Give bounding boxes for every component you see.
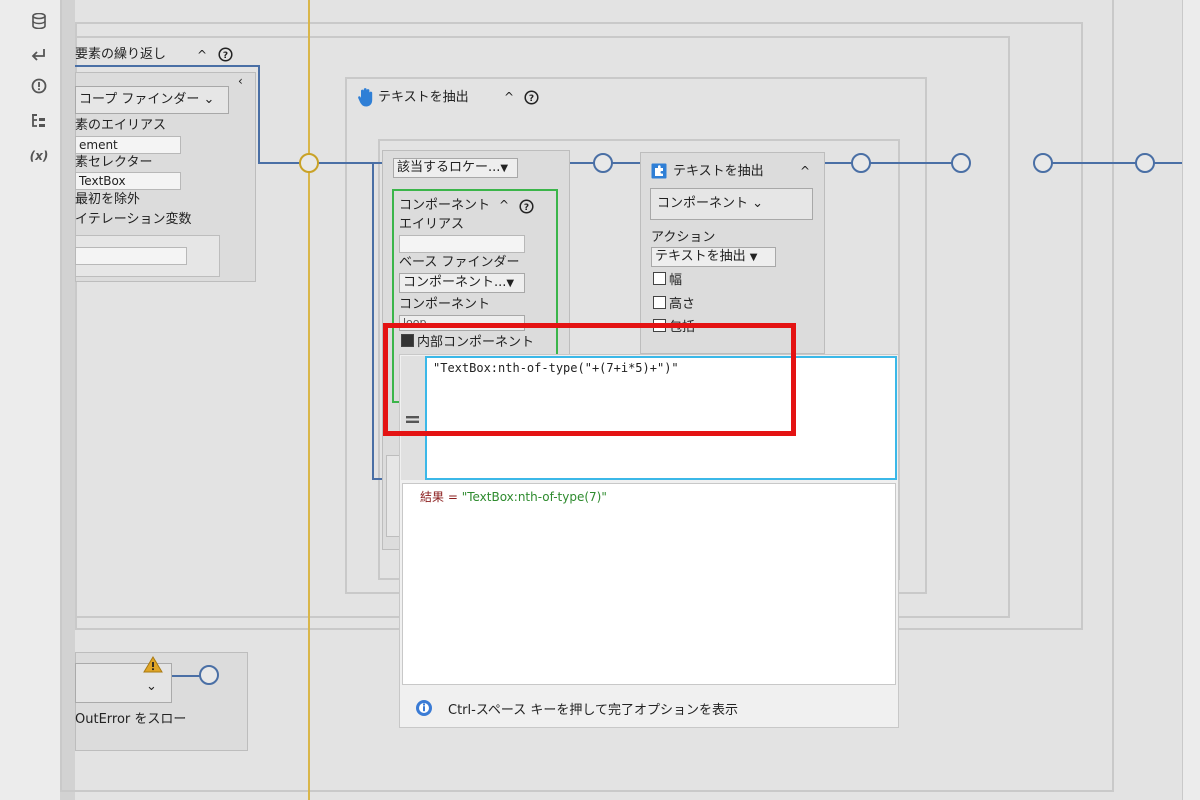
alias-label: 素のエイリアス (75, 118, 167, 133)
svg-text:?: ? (223, 51, 228, 61)
guide-node[interactable] (299, 153, 319, 173)
selector-field[interactable]: TextBox (75, 172, 181, 190)
collapse-icon[interactable]: ^ (800, 162, 810, 180)
info-icon (415, 699, 433, 721)
component-dropdown[interactable]: コンポーネント ⌄ (650, 188, 813, 220)
scrollbar[interactable] (1182, 0, 1200, 800)
connector-node[interactable] (951, 153, 971, 173)
puzzle-icon (651, 163, 667, 183)
enter-icon[interactable] (22, 46, 56, 68)
database-icon[interactable] (22, 12, 56, 35)
result-key: 結果 = (420, 490, 462, 504)
help-icon[interactable]: ? (218, 47, 233, 66)
extract-card-title: テキストを抽出 (673, 164, 764, 179)
collapse-icon[interactable]: ^ (504, 88, 514, 106)
wire-segment (823, 162, 953, 164)
loop-connector (75, 65, 260, 67)
connector-node[interactable] (851, 153, 871, 173)
dropdown-arrow-icon: ▼ (749, 252, 758, 263)
panel-collapse-icon[interactable]: ‹ (238, 72, 243, 90)
width-checkbox[interactable]: 幅 (653, 272, 682, 290)
selector-label: 素セレクター (75, 155, 153, 170)
alias-label: エイリアス (399, 217, 465, 232)
variable-icon[interactable]: (x) (22, 145, 56, 167)
collapse-icon[interactable]: ^ (197, 46, 207, 64)
guide-line (308, 0, 310, 800)
throw-wire (172, 675, 202, 677)
hand-icon (357, 87, 375, 111)
loop-connector-vertical (258, 65, 260, 163)
dropdown-arrow-icon: ▼ (500, 163, 509, 174)
connector-node[interactable] (199, 665, 219, 685)
collapse-icon[interactable]: ^ (499, 196, 509, 214)
result-line: 結果 = "TextBox:nth-of-type(7)" (420, 488, 607, 505)
component-label: コンポーネント (399, 297, 491, 312)
chevron-down-icon[interactable]: ⌄ (146, 678, 157, 696)
height-checkbox[interactable]: 高さ (653, 296, 695, 314)
connector-node[interactable] (593, 153, 613, 173)
alias-field[interactable]: ement (75, 136, 181, 154)
warning-icon (143, 656, 163, 677)
throw-label: OutError をスロー (75, 712, 187, 727)
chevron-down-icon: ⌄ (203, 92, 215, 107)
action-dropdown[interactable]: テキストを抽出 ▼ (651, 247, 776, 267)
svg-text:?: ? (524, 203, 529, 213)
svg-text:?: ? (529, 94, 534, 104)
chevron-down-icon: ⌄ (752, 196, 764, 211)
alias-field[interactable] (399, 235, 525, 253)
help-icon[interactable]: ? (524, 90, 539, 109)
tree-icon[interactable] (22, 112, 56, 134)
checkbox-icon (653, 272, 666, 285)
iteration-var-label: イテレーション変数 (75, 212, 192, 227)
help-icon[interactable]: ? (519, 199, 534, 218)
alert-icon[interactable] (22, 78, 56, 100)
hint-text: Ctrl-スペース キーを押して完了オプションを表示 (448, 703, 739, 718)
component-title: コンポーネント (399, 198, 491, 213)
iteration-var-field[interactable] (75, 247, 187, 265)
scope-finder-dropdown[interactable]: コープ ファインダー ⌄ (75, 86, 229, 114)
branch-wire (372, 162, 374, 480)
base-finder-label: ベース ファインダー (399, 255, 520, 270)
action-label: アクション (651, 230, 716, 245)
loop-title: 要素の繰り返し (75, 47, 167, 62)
base-finder-dropdown[interactable]: コンポーネント...▼ (399, 273, 525, 293)
locator-dropdown[interactable]: 該当するロケー...▼ (393, 158, 518, 178)
connector-node[interactable] (1135, 153, 1155, 173)
exclude-first-label: 最初を除外 (75, 192, 141, 207)
extract-title: テキストを抽出 (378, 90, 469, 105)
checkbox-icon (653, 296, 666, 309)
result-value: "TextBox:nth-of-type(7)" (461, 490, 607, 504)
dropdown-arrow-icon: ▼ (506, 278, 515, 289)
highlight-box (383, 323, 796, 436)
wire-segment (1035, 162, 1182, 164)
connector-node[interactable] (1033, 153, 1053, 173)
result-panel (402, 483, 896, 685)
